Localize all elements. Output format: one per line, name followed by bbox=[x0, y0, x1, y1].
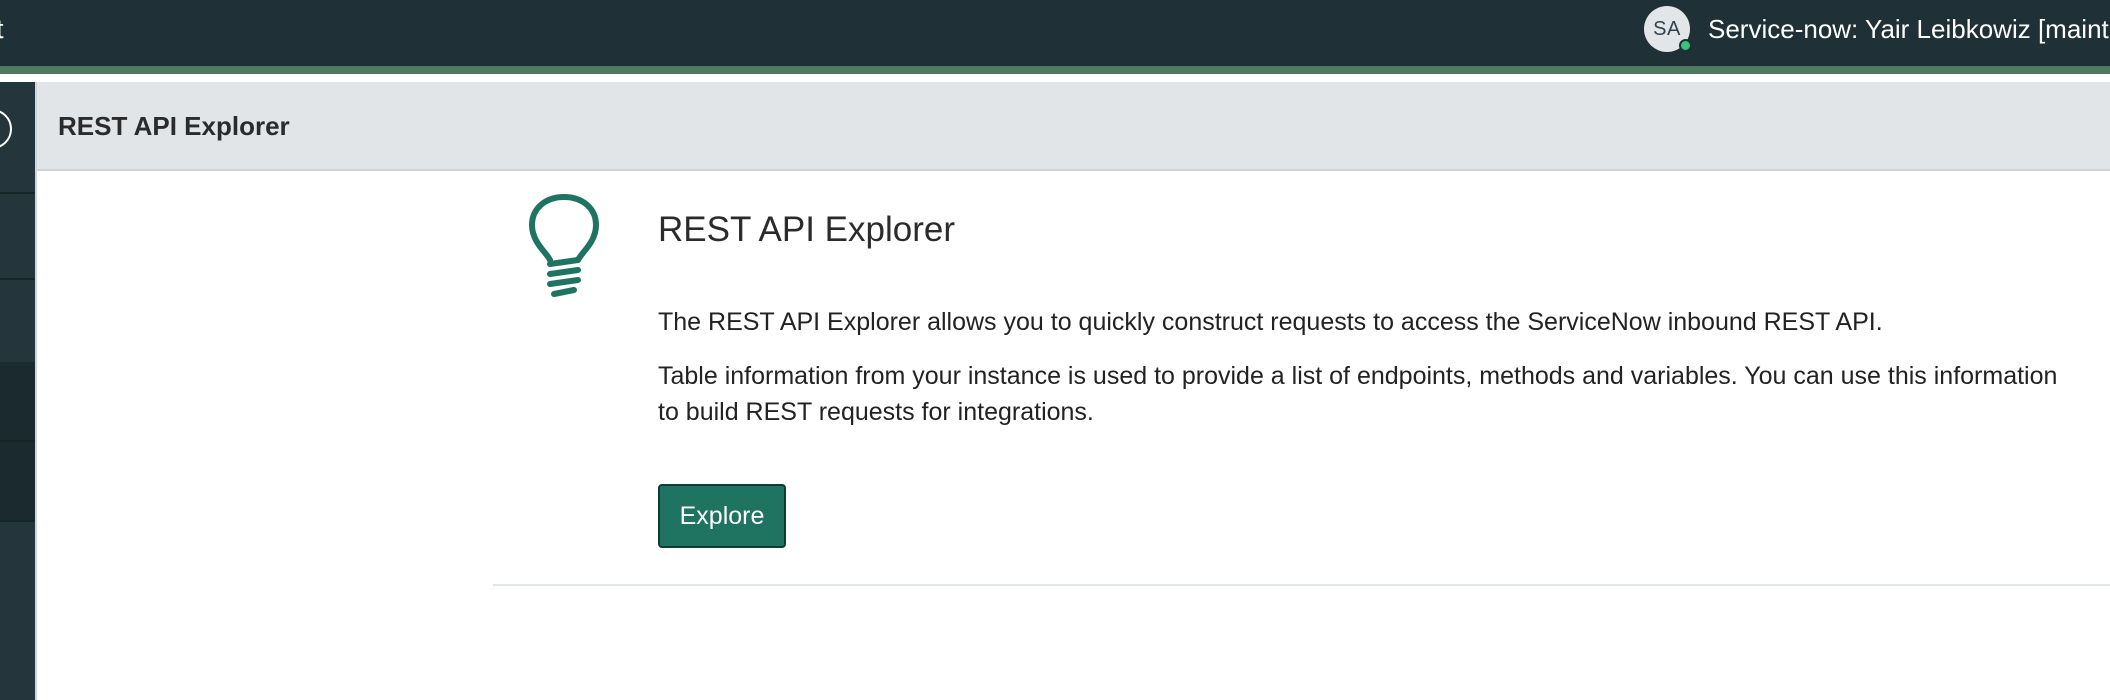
rail-divider bbox=[0, 520, 35, 522]
page-header: REST API Explorer bbox=[37, 82, 2110, 171]
user-menu-label[interactable]: Service-now: Yair Leibkowiz [maint,ad bbox=[1708, 14, 2110, 45]
header-accent-line bbox=[0, 66, 2110, 74]
top-header: t SA Service-now: Yair Leibkowiz [maint,… bbox=[0, 0, 2110, 74]
rail-divider bbox=[0, 278, 35, 280]
rail-divider bbox=[0, 440, 35, 442]
content-divider bbox=[493, 584, 2110, 586]
details-paragraph: Table information from your instance is … bbox=[658, 362, 2058, 426]
nav-circle-icon[interactable] bbox=[0, 109, 12, 149]
content-title: REST API Explorer bbox=[658, 210, 955, 249]
app-title-fragment: t bbox=[0, 14, 4, 45]
user-avatar-button[interactable]: SA bbox=[1644, 6, 1692, 52]
page-title: REST API Explorer bbox=[58, 111, 290, 141]
description-paragraph: The REST API Explorer allows you to quic… bbox=[658, 308, 1883, 336]
left-nav-rail bbox=[0, 82, 37, 700]
rail-divider bbox=[0, 192, 35, 194]
presence-indicator bbox=[1679, 39, 1692, 52]
lightbulb-icon bbox=[529, 194, 599, 297]
explore-button[interactable]: Explore bbox=[658, 484, 786, 548]
